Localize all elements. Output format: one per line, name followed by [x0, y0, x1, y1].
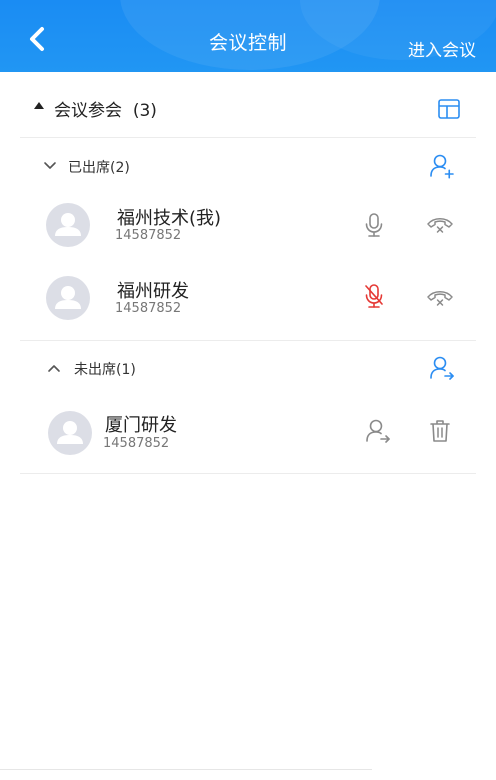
collapse-triangle-icon: [34, 102, 44, 109]
avatar: [46, 203, 90, 247]
avatar: [48, 411, 92, 455]
delete-button[interactable]: [426, 417, 454, 445]
microphone-muted-icon: [365, 284, 383, 308]
invite-user-icon: [430, 356, 454, 380]
member-name: 厦门研发: [105, 415, 177, 436]
member-name: 福州技术(我): [117, 208, 222, 229]
layout-icon: [438, 99, 460, 119]
member-number: 14587852: [115, 228, 182, 243]
absent-group-label: 未出席(1): [74, 362, 136, 378]
enter-meeting-button[interactable]: 进入会议: [408, 36, 476, 61]
hang-up-button[interactable]: [426, 284, 454, 312]
attended-group-label: 已出席(2): [68, 160, 130, 176]
user-avatar-icon: [57, 421, 83, 444]
add-user-icon: [430, 154, 454, 179]
avatar: [46, 276, 90, 320]
member-row[interactable]: 厦门研发 14587852: [20, 400, 476, 466]
divider: [20, 340, 476, 341]
bottom-divider: [0, 769, 372, 770]
member-row[interactable]: 福州技术(我) 14587852: [20, 192, 476, 258]
user-avatar-icon: [55, 286, 81, 309]
member-number: 14587852: [115, 301, 182, 316]
member-row[interactable]: 福州研发 14587852: [20, 265, 476, 331]
hang-up-icon: [427, 218, 453, 233]
mic-toggle-button[interactable]: [360, 211, 388, 239]
member-number: 14587852: [103, 436, 170, 451]
divider: [20, 473, 476, 474]
absent-group-header[interactable]: 未出席(1): [20, 342, 476, 394]
section-title: 会议参会 (3): [54, 96, 157, 121]
user-avatar-icon: [55, 213, 81, 236]
invite-user-icon: [366, 419, 390, 443]
participants-section-header[interactable]: 会议参会 (3): [20, 72, 476, 138]
chevron-down-icon: [44, 162, 56, 169]
trash-icon: [430, 420, 450, 442]
microphone-icon: [365, 213, 383, 237]
section-title-text: 会议参会: [54, 101, 122, 121]
participant-count: (3): [132, 101, 157, 121]
app-header: 会议控制 进入会议: [0, 0, 496, 72]
member-name: 福州研发: [117, 281, 189, 302]
add-participant-button[interactable]: [428, 152, 456, 180]
attended-group-header[interactable]: 已出席(2): [20, 140, 476, 192]
mic-toggle-button[interactable]: [360, 282, 388, 310]
hang-up-icon: [427, 291, 453, 306]
invite-all-button[interactable]: [428, 354, 456, 382]
chevron-up-icon: [48, 365, 60, 372]
invite-button[interactable]: [364, 417, 392, 445]
hang-up-button[interactable]: [426, 211, 454, 239]
layout-button[interactable]: [436, 96, 462, 122]
